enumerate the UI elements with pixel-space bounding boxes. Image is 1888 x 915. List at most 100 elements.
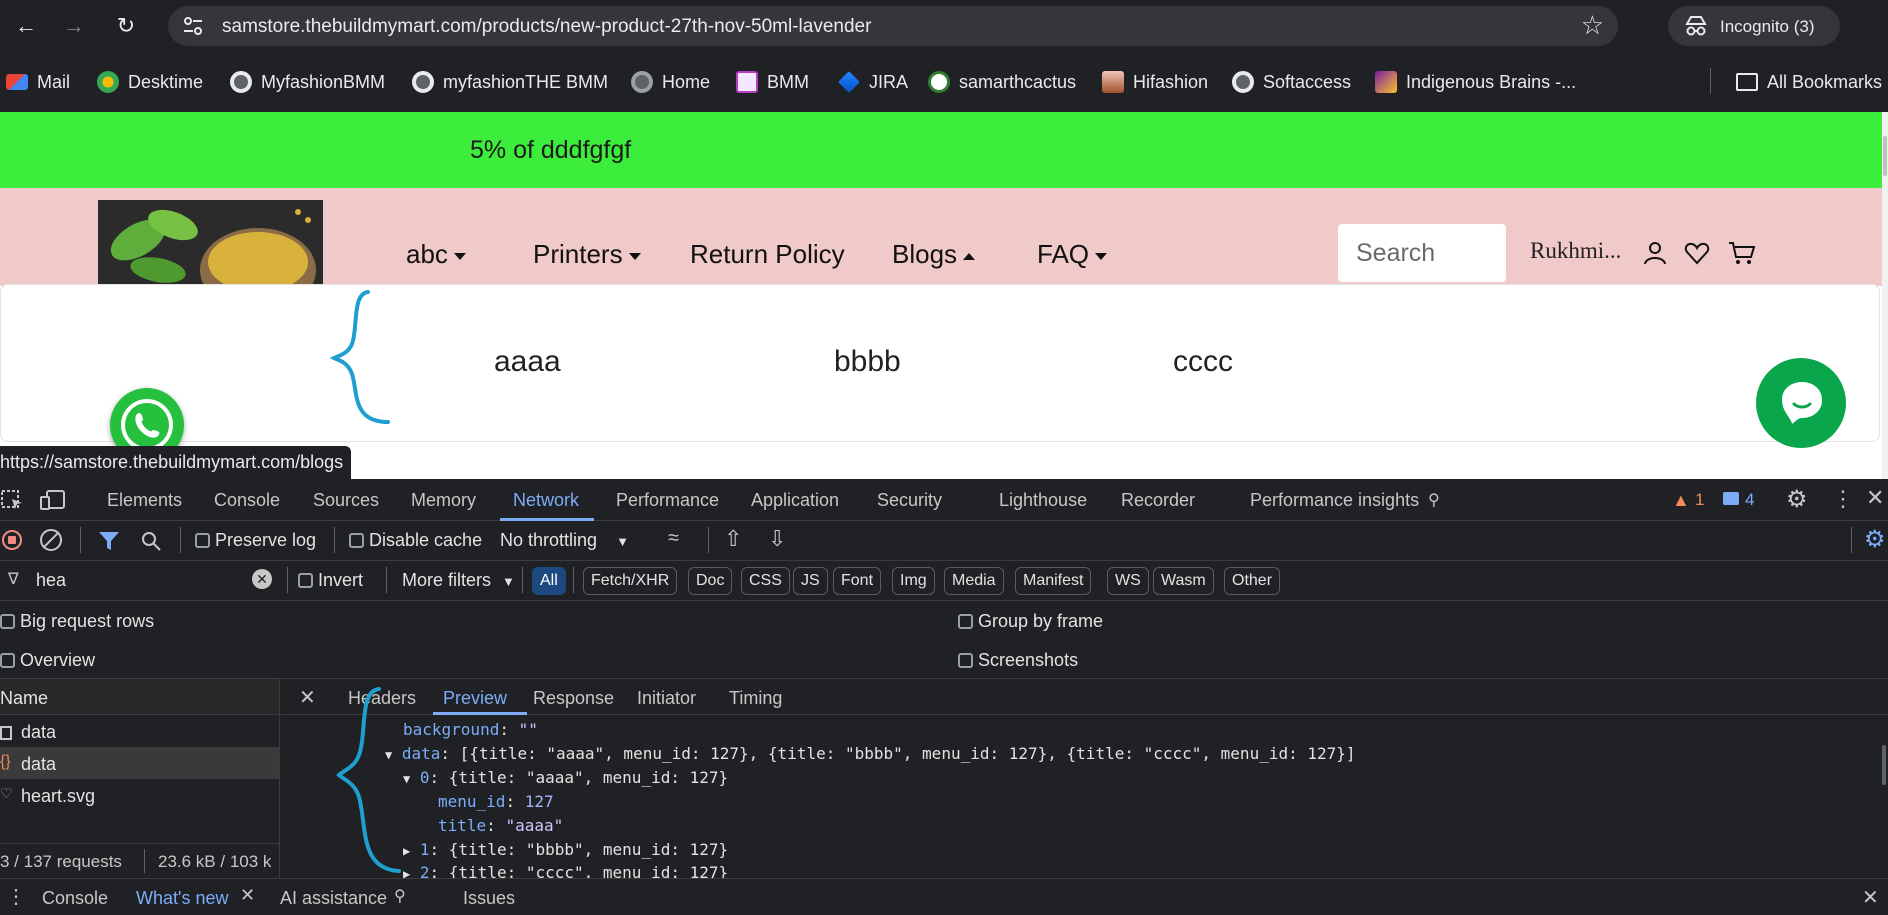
- chip-js[interactable]: JS: [793, 567, 828, 595]
- close-detail-icon[interactable]: ✕: [299, 685, 316, 710]
- network-conditions-icon[interactable]: ≈: [668, 527, 679, 550]
- message-count[interactable]: 4: [1745, 490, 1754, 510]
- incognito-button[interactable]: Incognito (3): [1668, 6, 1840, 46]
- site-settings-icon[interactable]: [182, 15, 204, 37]
- heart-icon[interactable]: [1684, 240, 1710, 266]
- checkbox[interactable]: [958, 653, 973, 668]
- drawer-tab-ai-assistance[interactable]: AI assistance: [280, 888, 387, 909]
- chip-doc[interactable]: Doc: [688, 567, 733, 595]
- page-scrollbar[interactable]: [1882, 112, 1888, 479]
- tab-response[interactable]: Response: [533, 688, 614, 709]
- tab-recorder[interactable]: Recorder: [1121, 490, 1195, 511]
- request-name[interactable]: heart.svg: [21, 786, 95, 807]
- import-har-icon[interactable]: ⇧: [724, 526, 742, 552]
- checkbox[interactable]: [0, 653, 15, 668]
- checkbox[interactable]: [349, 533, 364, 548]
- device-toolbar-icon[interactable]: [40, 489, 66, 511]
- bookmark-mail[interactable]: Mail: [6, 70, 70, 94]
- all-bookmarks[interactable]: All Bookmarks: [1736, 70, 1882, 94]
- collapsed-triangle-icon[interactable]: ▶: [403, 844, 410, 858]
- filter-icon[interactable]: [98, 531, 120, 551]
- group-by-frame-checkbox[interactable]: Group by frame: [958, 611, 1103, 632]
- search-input[interactable]: [1338, 224, 1506, 282]
- forward-button[interactable]: →: [56, 8, 92, 44]
- bookmark-softaccess[interactable]: Softaccess: [1232, 70, 1351, 94]
- tab-lighthouse[interactable]: Lighthouse: [999, 490, 1087, 511]
- tab-performance-insights[interactable]: Performance insights: [1250, 490, 1419, 511]
- search-icon[interactable]: [140, 530, 162, 552]
- screenshots-checkbox[interactable]: Screenshots: [958, 650, 1078, 671]
- chip-font[interactable]: Font: [833, 567, 882, 595]
- chip-other[interactable]: Other: [1224, 567, 1281, 595]
- json-row-item-0[interactable]: ▼ 0: {title: "aaaa", menu_id: 127}: [403, 768, 728, 787]
- tab-application[interactable]: Application: [751, 490, 839, 511]
- tab-initiator[interactable]: Initiator: [637, 688, 696, 709]
- chat-widget-button[interactable]: [1756, 358, 1846, 448]
- tab-console[interactable]: Console: [214, 490, 280, 511]
- checkbox[interactable]: [958, 614, 973, 629]
- json-row-item-1[interactable]: ▶ 1: {title: "bbbb", menu_id: 127}: [403, 840, 728, 859]
- tab-performance[interactable]: Performance: [616, 490, 719, 511]
- nav-printers[interactable]: Printers: [533, 239, 641, 270]
- url-text[interactable]: samstore.thebuildmymart.com/products/new…: [222, 16, 871, 38]
- chip-manifest[interactable]: Manifest: [1015, 567, 1092, 595]
- clear-icon[interactable]: [40, 529, 62, 551]
- nav-abc[interactable]: abc: [406, 239, 466, 270]
- throttling-select[interactable]: No throttling ▼: [500, 530, 629, 551]
- more-options-icon[interactable]: ⋮: [1832, 486, 1854, 512]
- store-logo[interactable]: [98, 200, 323, 286]
- chip-media[interactable]: Media: [944, 567, 1004, 595]
- checkbox[interactable]: [195, 533, 210, 548]
- tab-sources[interactable]: Sources: [313, 490, 379, 511]
- reload-button[interactable]: ↻: [108, 8, 144, 44]
- request-name[interactable]: data: [21, 722, 56, 743]
- expanded-triangle-icon[interactable]: ▼: [403, 772, 410, 786]
- export-har-icon[interactable]: ⇩: [768, 526, 786, 552]
- bookmark-hifashion[interactable]: Hifashion: [1102, 70, 1208, 94]
- user-icon[interactable]: [1642, 240, 1668, 266]
- request-row[interactable]: ♡ heart.svg: [0, 779, 279, 811]
- dropdown-item-cccc[interactable]: cccc: [1173, 345, 1233, 379]
- request-name[interactable]: data: [21, 754, 56, 775]
- address-bar[interactable]: samstore.thebuildmymart.com/products/new…: [168, 6, 1618, 46]
- chip-wasm[interactable]: Wasm: [1153, 567, 1214, 595]
- settings-gear-icon[interactable]: ⚙: [1786, 485, 1808, 514]
- chip-ws[interactable]: WS: [1107, 567, 1149, 595]
- json-row-item-2[interactable]: ▶ 2: {title: "cccc", menu_id: 127}: [403, 863, 728, 878]
- checkbox[interactable]: [298, 573, 313, 588]
- drawer-tab-whats-new[interactable]: What's new: [136, 888, 228, 909]
- bookmark-jira[interactable]: JIRA: [838, 70, 908, 94]
- checkbox[interactable]: [0, 614, 15, 629]
- json-row-menu-id[interactable]: menu_id: 127: [438, 792, 554, 811]
- nav-faq[interactable]: FAQ: [1037, 239, 1108, 270]
- chip-all[interactable]: All: [532, 567, 566, 595]
- preserve-log-checkbox[interactable]: Preserve log: [195, 530, 316, 551]
- chip-fetch-xhr[interactable]: Fetch/XHR: [583, 567, 678, 595]
- nav-blogs[interactable]: Blogs: [892, 239, 976, 270]
- message-icon[interactable]: [1723, 492, 1739, 505]
- warning-icon[interactable]: ▲: [1672, 490, 1690, 511]
- dropdown-item-bbbb[interactable]: bbbb: [834, 345, 901, 379]
- bookmark-bmm[interactable]: BMM: [736, 70, 809, 94]
- cart-icon[interactable]: [1728, 240, 1756, 266]
- bookmark-star-icon[interactable]: ☆: [1581, 10, 1604, 41]
- more-filters-dropdown[interactable]: More filters ▼: [402, 570, 515, 591]
- tab-security[interactable]: Security: [877, 490, 942, 511]
- drawer-tab-console[interactable]: Console: [42, 888, 108, 909]
- close-tab-icon[interactable]: ✕: [240, 885, 255, 906]
- tab-memory[interactable]: Memory: [411, 490, 476, 511]
- bookmark-desktime[interactable]: Desktime: [97, 70, 203, 94]
- filter-input[interactable]: hea: [36, 570, 66, 591]
- back-button[interactable]: ←: [8, 8, 44, 44]
- bookmark-home[interactable]: Home: [631, 70, 710, 94]
- json-row-title[interactable]: title: "aaaa": [438, 816, 563, 835]
- nav-return-policy[interactable]: Return Policy: [690, 239, 845, 270]
- chip-img[interactable]: Img: [892, 567, 935, 595]
- tab-network[interactable]: Network: [513, 490, 579, 511]
- drawer-menu-icon[interactable]: ⋮: [6, 884, 26, 909]
- bookmark-myfashionbmm[interactable]: MyfashionBMM: [230, 70, 385, 94]
- json-row-background[interactable]: background: "": [403, 720, 538, 739]
- record-stop-icon[interactable]: [2, 530, 22, 550]
- close-devtools-icon[interactable]: ✕: [1866, 485, 1884, 511]
- chip-css[interactable]: CSS: [741, 567, 790, 595]
